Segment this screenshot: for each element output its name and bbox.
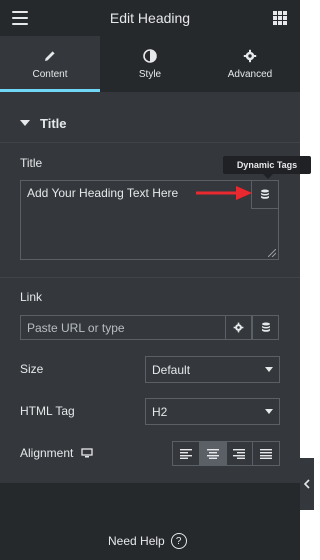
tab-advanced[interactable]: Advanced	[200, 36, 300, 92]
divider	[0, 277, 300, 278]
dynamic-tags-tooltip: Dynamic Tags	[223, 156, 311, 179]
half-circle-icon	[143, 48, 157, 63]
link-dynamic-tags-button[interactable]	[252, 315, 279, 340]
link-url-input[interactable]	[21, 319, 225, 336]
section-title: Title	[40, 115, 67, 131]
editor-panel: Edit Heading Content Style Advanced Titl…	[0, 0, 311, 560]
align-justify-icon	[260, 448, 273, 459]
align-center-icon	[206, 448, 219, 459]
alignment-field-label: Alignment	[20, 446, 74, 460]
need-help-label: Need Help	[108, 534, 165, 548]
tab-content-label: Content	[32, 68, 68, 80]
size-field-label: Size	[20, 362, 44, 376]
desktop-icon[interactable]	[81, 448, 94, 458]
size-select-value: Default	[152, 362, 191, 377]
dynamic-tags-button[interactable]	[251, 181, 278, 209]
need-help-link[interactable]: Need Help ?	[108, 533, 187, 549]
align-justify-button[interactable]	[253, 442, 279, 465]
html-tag-field-label: HTML Tag	[20, 404, 75, 418]
section-title-toggle[interactable]: Title	[0, 104, 300, 142]
database-icon	[261, 189, 269, 199]
red-arrow-icon	[196, 186, 252, 200]
collapse-panel-button[interactable]	[300, 458, 314, 510]
alignment-button-group	[172, 441, 280, 466]
link-options-button[interactable]	[225, 315, 252, 340]
tab-content[interactable]: Content	[0, 36, 100, 92]
panel-title: Edit Heading	[109, 10, 191, 26]
tab-style[interactable]: Style	[100, 36, 200, 92]
title-value: Add Your Heading Text Here	[27, 186, 179, 200]
grid-icon[interactable]	[273, 11, 287, 25]
size-select[interactable]: Default	[145, 356, 280, 383]
chevron-left-icon	[304, 479, 310, 489]
panel-tabs: Content Style Advanced	[0, 36, 300, 92]
gear-icon	[233, 322, 244, 333]
link-url-input-wrapper	[20, 315, 226, 340]
divider	[0, 142, 300, 143]
chevron-down-icon	[265, 367, 273, 372]
pencil-icon	[45, 50, 55, 61]
chevron-down-icon	[265, 409, 273, 414]
html-tag-select[interactable]: H2	[145, 398, 280, 425]
align-right-icon	[233, 448, 246, 459]
tab-style-label: Style	[138, 68, 162, 80]
title-field-label: Title	[20, 156, 43, 170]
link-field-label: Link	[20, 290, 43, 304]
align-right-button[interactable]	[227, 442, 254, 465]
panel-header: Edit Heading	[0, 0, 300, 36]
tab-advanced-label: Advanced	[227, 68, 273, 80]
align-center-button[interactable]	[199, 442, 227, 465]
gear-icon	[243, 49, 257, 62]
html-tag-select-value: H2	[152, 404, 168, 419]
align-left-button[interactable]	[173, 442, 200, 465]
alignment-field-label-wrapper: Alignment	[20, 446, 94, 460]
database-icon	[261, 322, 270, 332]
resize-handle-icon[interactable]	[268, 249, 276, 257]
question-icon: ?	[170, 533, 187, 549]
align-left-icon	[179, 448, 192, 459]
caret-down-icon	[20, 120, 30, 126]
hamburger-icon[interactable]	[12, 11, 28, 25]
